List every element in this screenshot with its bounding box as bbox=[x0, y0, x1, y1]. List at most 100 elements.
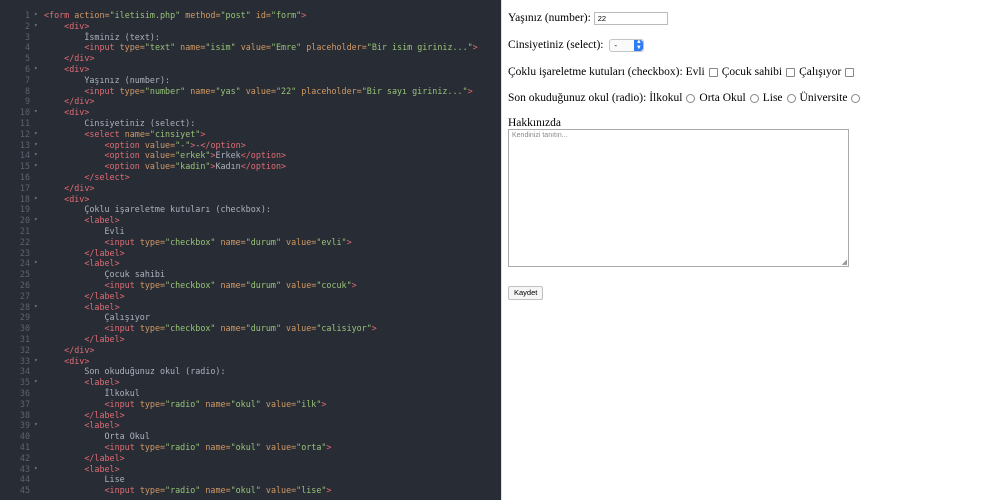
code-token: "kadin" bbox=[175, 161, 211, 172]
code-line[interactable]: 41 <input type="radio" name="okul" value… bbox=[0, 442, 501, 453]
code-line[interactable]: 13 ▾ <option value="-">-</option> bbox=[0, 140, 501, 151]
code-line[interactable]: 39 ▾ <label> bbox=[0, 420, 501, 431]
code-line[interactable]: 16 </select> bbox=[0, 172, 501, 183]
code-token: > bbox=[351, 280, 357, 290]
gender-label: Cinsiyetiniz (select): bbox=[508, 39, 604, 52]
code-line[interactable]: 40 Orta Okul bbox=[0, 431, 501, 442]
code-line[interactable]: 8 <input type="number" name="yas" value=… bbox=[0, 86, 501, 97]
checkbox-evli[interactable] bbox=[708, 67, 718, 77]
code-token: > bbox=[467, 85, 473, 96]
code-line[interactable]: 27 </label> bbox=[0, 291, 501, 302]
code-token: Kadın bbox=[215, 161, 241, 172]
radio-ilkokul[interactable] bbox=[686, 93, 696, 103]
code-line[interactable]: 36 İlkokul bbox=[0, 388, 501, 399]
code-line[interactable]: 33 ▾ <div> bbox=[0, 356, 501, 367]
code-line[interactable]: 15 ▾ <option value="kadin">Kadın</option> bbox=[0, 161, 501, 172]
code-line[interactable]: 1 ▾ <form action="iletisim.php" method="po… bbox=[0, 10, 501, 21]
fold-arrow-icon[interactable]: ▾ bbox=[34, 161, 42, 172]
radio-orta[interactable] bbox=[749, 93, 759, 103]
radio-group-label: Son okuduğunuz okul (radio): bbox=[508, 92, 647, 104]
code-line[interactable]: 7 Yaşınız (number): bbox=[0, 75, 501, 86]
code-token: type= bbox=[139, 485, 166, 496]
fold-arrow-icon[interactable]: ▾ bbox=[34, 64, 42, 75]
code-line[interactable]: 31 </label> bbox=[0, 334, 501, 345]
code-line[interactable]: 6 ▾ <div> bbox=[0, 64, 501, 75]
line-number: 1 bbox=[24, 10, 30, 20]
code-editor[interactable]: 1 ▾ <form action="iletisim.php" method="po… bbox=[0, 0, 501, 500]
code-line[interactable]: 35 ▾ <label> bbox=[0, 377, 501, 388]
code-token: <input bbox=[84, 42, 120, 53]
checkbox-calisiyor[interactable] bbox=[845, 67, 855, 77]
save-button[interactable]: Kaydet bbox=[508, 286, 544, 300]
code-line[interactable]: 26 <input type="checkbox" name="durum" v… bbox=[0, 280, 501, 291]
fold-arrow-icon[interactable]: ▾ bbox=[34, 194, 42, 205]
code-line[interactable]: 32 </div> bbox=[0, 345, 501, 356]
code-line[interactable]: 30 <input type="checkbox" name="durum" v… bbox=[0, 323, 501, 334]
code-line[interactable]: 3 İsminiz (text): bbox=[0, 32, 501, 43]
code-line[interactable]: 44 Lise bbox=[0, 474, 501, 485]
code-token: "erkek" bbox=[175, 150, 211, 161]
line-number: 33 bbox=[19, 355, 30, 366]
fold-arrow-icon[interactable]: ▾ bbox=[34, 10, 42, 21]
code-line[interactable]: 11 Cinsiyetiniz (select): bbox=[0, 118, 501, 129]
code-line[interactable]: 34 Son okuduğunuz okul (radio): bbox=[0, 366, 501, 377]
code-line[interactable]: 2 ▾ <div> bbox=[0, 21, 501, 32]
code-line[interactable]: 20 ▾ <label> bbox=[0, 215, 501, 226]
code-line[interactable]: 23 </label> bbox=[0, 248, 501, 259]
code-line[interactable]: 9 </div> bbox=[0, 96, 501, 107]
fold-arrow-icon[interactable]: ▾ bbox=[34, 215, 42, 226]
code-line[interactable]: 10 ▾ <div> bbox=[0, 107, 501, 118]
code-line[interactable]: 37 <input type="radio" name="okul" value… bbox=[0, 399, 501, 410]
resize-grip-icon[interactable]: ◢ bbox=[842, 259, 847, 266]
code-line[interactable]: 43 ▾ <label> bbox=[0, 464, 501, 475]
radio-lise[interactable] bbox=[786, 93, 796, 103]
checkbox-cocuk[interactable] bbox=[786, 67, 796, 77]
code-line[interactable]: 21 Evli bbox=[0, 226, 501, 237]
code-text: <label> bbox=[44, 464, 119, 475]
line-number: 19 bbox=[19, 204, 30, 215]
age-input[interactable]: 22 bbox=[593, 12, 668, 25]
code-token: </option> bbox=[240, 150, 287, 161]
fold-arrow-icon[interactable]: ▾ bbox=[34, 140, 42, 151]
code-line[interactable]: 18 ▾ <div> bbox=[0, 194, 501, 205]
gender-select[interactable]: - ▲ ▼ bbox=[609, 39, 645, 52]
code-line[interactable]: 25 Çocuk sahibi bbox=[0, 269, 501, 280]
fold-arrow-icon[interactable]: ▾ bbox=[34, 464, 42, 475]
radio-universite[interactable] bbox=[851, 93, 861, 103]
code-line[interactable]: 14 ▾ <option value="erkek">Erkek</option> bbox=[0, 150, 501, 161]
code-line[interactable]: 19 Çoklu işareletme kutuları (checkbox): bbox=[0, 204, 501, 215]
code-line[interactable]: 42 </label> bbox=[0, 453, 501, 464]
about-textarea[interactable]: Kendinizi tanıtın... ◢ bbox=[508, 129, 849, 267]
fold-arrow-icon[interactable]: ▾ bbox=[34, 420, 42, 431]
about-placeholder: Kendinizi tanıtın... bbox=[512, 132, 568, 139]
code-token: "form" bbox=[270, 10, 302, 20]
code-line[interactable]: 45 <input type="radio" name="okul" value… bbox=[0, 485, 501, 496]
fold-arrow-icon[interactable]: ▾ bbox=[34, 302, 42, 313]
line-number: 14 bbox=[19, 150, 30, 161]
code-line[interactable]: 17 </div> bbox=[0, 183, 501, 194]
code-line[interactable]: 22 <input type="checkbox" name="durum" v… bbox=[0, 237, 501, 248]
code-token: <div> bbox=[64, 20, 90, 31]
fold-arrow-icon[interactable]: ▾ bbox=[34, 129, 42, 140]
fold-arrow-icon[interactable]: ▾ bbox=[34, 356, 42, 367]
code-line[interactable]: 5 </div> bbox=[0, 53, 501, 64]
code-token: "Bir isim giriniz..." bbox=[366, 42, 473, 53]
fold-arrow-icon[interactable]: ▾ bbox=[34, 258, 42, 269]
code-line[interactable]: 24 ▾ <label> bbox=[0, 258, 501, 269]
code-line[interactable]: 38 </label> bbox=[0, 410, 501, 421]
code-line[interactable]: 4 <input type="text" name="isim" value="… bbox=[0, 42, 501, 53]
code-token: <input bbox=[104, 236, 140, 247]
fold-arrow-icon[interactable]: ▾ bbox=[34, 107, 42, 118]
fold-arrow-icon[interactable]: ▾ bbox=[34, 150, 42, 161]
code-token: name= bbox=[215, 323, 246, 334]
code-line[interactable]: 28 ▾ <label> bbox=[0, 302, 501, 313]
code-line[interactable]: 29 Çalışıyor bbox=[0, 312, 501, 323]
code-text: <div> bbox=[44, 194, 89, 205]
fold-arrow-icon[interactable]: ▾ bbox=[34, 377, 42, 388]
fold-arrow-icon[interactable]: ▾ bbox=[34, 21, 42, 32]
code-token: Çoklu işareletme kutuları (checkbox): bbox=[44, 204, 271, 215]
code-text: </label> bbox=[44, 453, 124, 464]
code-line[interactable]: 12 ▾ <select name="cinsiyet"> bbox=[0, 129, 501, 140]
